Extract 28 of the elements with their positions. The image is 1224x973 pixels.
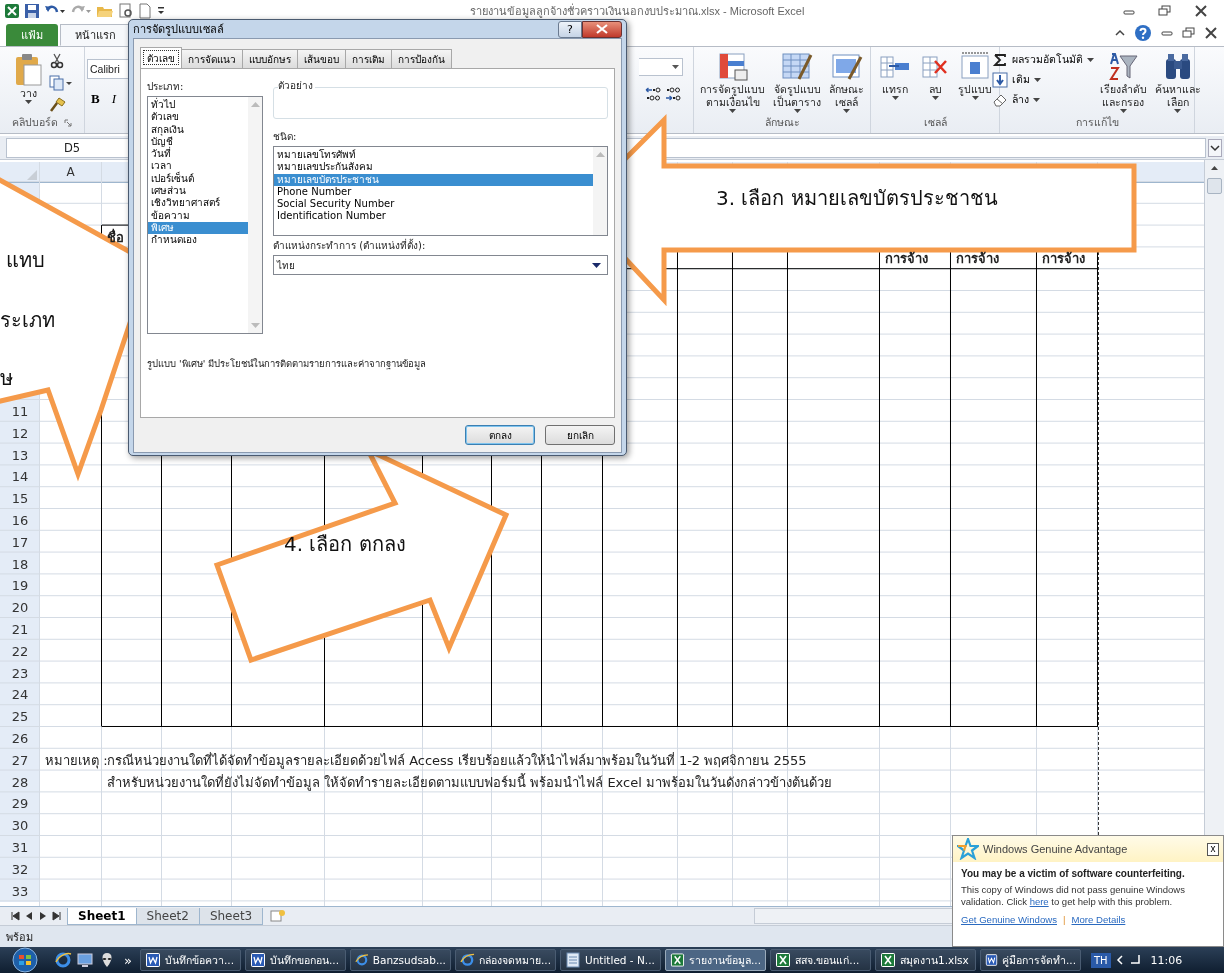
group-label: เซลล์: [923, 115, 947, 130]
popup-title: Windows Genuine Advantage: [983, 843, 1128, 855]
dialog-title: การจัดรูปแบบเซลล์: [133, 22, 224, 38]
cell-text: การจ้าง: [1041, 251, 1085, 267]
callout-text: 4. เลือก ตกลง: [284, 531, 406, 558]
callout-text: ษ: [0, 365, 13, 392]
cell-text: ชื่อ: [106, 229, 124, 245]
cell-text: การจ้าง: [884, 251, 928, 267]
cell-text: กรณีหน่วยงานใดที่ได้จัดทำข้อมูลรายละเอียดด้วยไฟล์ Access เรียบร้อยแล้วให้นำไฟล์มาพร้อมในวันที่ 1-2 พฤศจิกายน 2555: [106, 752, 807, 768]
format-description: รูปแบบ 'พิเศษ' มีประโยชน์ในการติดตามรายการและค่าจากฐานข้อมูล: [147, 357, 428, 371]
cell-text: สำหรับหน่วยงานใดที่ยังไม่จัดทำข้อมูล ให้จัดทำรายละเอียดตามแบบฟอร์มนี้ พร้อมนำไฟล์ Excel มาพร้อมในวันดังกล่าวข้างต้นด้วย: [106, 774, 832, 790]
callout-text: ระเภท: [0, 307, 55, 334]
status-text: พร้อม: [6, 929, 33, 946]
cell-text: หมายเหตุ :: [44, 752, 108, 768]
group-label: การแก้ไข: [1075, 115, 1119, 130]
callout-text: แทบ: [6, 247, 45, 274]
popup-heading: You may be a victim of software counterfeiting.: [961, 868, 1186, 879]
clock: 11:06: [1150, 953, 1183, 967]
group-label: คลิปบอร์ด: [12, 115, 58, 130]
popup-message: This copy of Windows did not pass genuine Windows validation. Click here to get help with this problem.: [961, 884, 1186, 908]
locale-label: ตำแหน่งกระทำการ (ตำแหน่งที่ตั้ง):: [273, 238, 427, 253]
link-separator: |: [1063, 914, 1066, 925]
window-title: รายงานข้อมูลลูกจ้างชั่วคราวเงินนอกงบประมาณ.xlsx - Microsoft Excel: [470, 2, 805, 20]
cell-text: การจ้าง: [955, 251, 999, 267]
group-label: ลักษณะ: [764, 115, 800, 130]
category-label: ประเภท:: [147, 80, 185, 94]
callout-text: 3. เลือก หมายเลขบัตรประชาชน: [716, 185, 998, 212]
type-label: ชนิด:: [273, 130, 298, 144]
